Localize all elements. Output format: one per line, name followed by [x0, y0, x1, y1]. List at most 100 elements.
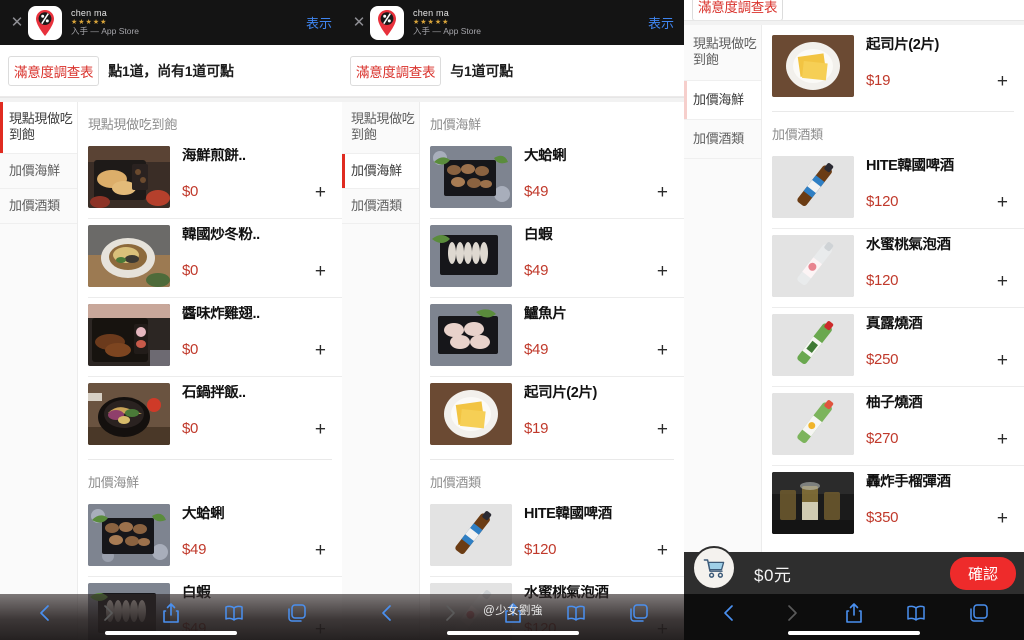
menu-item-list[interactable]: 起司片(2片) $19 + 加價酒類 HITE韓國啤酒 $120 + 水蜜桃氣泡…	[762, 25, 1024, 640]
menu-item-row[interactable]: 起司片(2片) $19 +	[762, 25, 1024, 103]
share-up-icon[interactable]	[158, 600, 184, 626]
menu-item-row[interactable]: 海鮮煎餅.. $0 +	[78, 140, 342, 214]
menu-item-list[interactable]: 現點現做吃到飽 海鮮煎餅.. $0 + 韓國炒冬粉.. $0 + 醬味炸雞翅..…	[78, 102, 342, 640]
menu-body: 現點現做吃到飽 加價海鮮 加價酒類 現點現做吃到飽 海鮮煎餅.. $0 + 韓國…	[0, 102, 342, 640]
book-icon[interactable]	[221, 600, 247, 626]
menu-item-name: 白蝦	[524, 227, 553, 243]
app-banner-open-button[interactable]: 表示	[640, 13, 674, 32]
tabs-icon[interactable]	[966, 600, 992, 626]
add-item-button[interactable]: +	[997, 272, 1008, 291]
order-status-header: 滿意度調查表	[684, 0, 1024, 20]
sidebar-item-seafood[interactable]: 加價海鮮	[0, 153, 77, 189]
menu-item-row[interactable]: 大蛤蜊 $49 +	[420, 140, 684, 214]
order-status-header: 滿意度調查表 与1道可點	[342, 45, 684, 97]
smart-app-banner[interactable]: ✕ chen ma ★★★★★ 入手 — App Store 表示	[342, 0, 684, 45]
sidebar-item-all-you-can-eat[interactable]: 現點現做吃到飽	[684, 25, 761, 81]
percent-pin-icon	[36, 9, 54, 36]
add-item-button[interactable]: +	[315, 420, 326, 439]
app-icon	[28, 5, 62, 40]
add-item-button[interactable]: +	[315, 183, 326, 202]
white-shrimp-photo	[430, 225, 512, 287]
menu-item-row[interactable]: HITE韓國啤酒 $120 +	[420, 498, 684, 572]
phone-screenshot-right: 滿意度調查表 現點現做吃到飽 加價海鮮 加價酒類 起司片(2片) $19 + 加…	[684, 0, 1024, 640]
menu-item-row[interactable]: 鱸魚片 $49 +	[420, 298, 684, 372]
menu-item-row[interactable]: 柚子燒酒 $270 +	[762, 387, 1024, 461]
add-item-button[interactable]: +	[657, 341, 668, 360]
sidebar-item-alcohol[interactable]: 加價酒類	[0, 188, 77, 224]
smart-app-banner[interactable]: ✕ chen ma ★★★★★ 入手 — App Store 表示	[0, 0, 342, 45]
cart-bar[interactable]: $0元 確認	[684, 546, 1024, 594]
order-status-header: 滿意度調查表 點1道，尚有1道可點	[0, 45, 342, 97]
menu-item-row[interactable]: 真露燒酒 $250 +	[762, 308, 1024, 382]
add-item-button[interactable]: +	[657, 420, 668, 439]
menu-item-row[interactable]: 起司片(2片) $19 +	[420, 377, 684, 451]
hite-beer-photo	[772, 156, 854, 218]
menu-item-row[interactable]: HITE韓國啤酒 $120 +	[762, 150, 1024, 224]
menu-item-meta: 白蝦 $49 +	[524, 225, 674, 281]
menu-item-meta: 海鮮煎餅.. $0 +	[182, 146, 332, 202]
add-item-button[interactable]: +	[657, 541, 668, 560]
chevron-left-icon[interactable]	[716, 600, 742, 626]
add-item-button[interactable]: +	[315, 262, 326, 281]
menu-item-name: HITE韓國啤酒	[866, 158, 954, 174]
menu-item-row[interactable]: 白蝦 $49 +	[420, 219, 684, 293]
share-up-icon[interactable]	[841, 600, 867, 626]
add-item-button[interactable]: +	[315, 541, 326, 560]
section-title: 現點現做吃到飽	[88, 117, 177, 132]
menu-item-meta: 柚子燒酒 $270 +	[866, 393, 1014, 449]
survey-chip[interactable]: 滿意度調查表	[692, 0, 784, 20]
sidebar-item-seafood[interactable]: 加價海鮮	[342, 153, 419, 189]
add-item-button[interactable]: +	[997, 430, 1008, 449]
menu-item-price: $120	[866, 193, 899, 211]
add-item-button[interactable]: +	[657, 262, 668, 281]
menu-item-price: $49	[182, 541, 207, 559]
chevron-right-icon	[779, 600, 805, 626]
menu-item-price: $49	[524, 341, 549, 359]
add-item-button[interactable]: +	[997, 509, 1008, 528]
menu-item-meta: 真露燒酒 $250 +	[866, 314, 1014, 370]
menu-item-row[interactable]: 水蜜桃氣泡酒 $120 +	[762, 229, 1024, 303]
menu-item-row[interactable]: 轟炸手榴彈酒 $350 +	[762, 466, 1024, 540]
survey-chip[interactable]: 滿意度調查表	[8, 55, 100, 86]
menu-item-meta: 起司片(2片) $19 +	[866, 35, 1014, 91]
add-item-button[interactable]: +	[315, 341, 326, 360]
menu-item-name: 海鮮煎餅..	[182, 148, 246, 164]
app-store-subtitle: 入手 — App Store	[71, 26, 140, 37]
tabs-icon[interactable]	[626, 600, 652, 626]
add-item-button[interactable]: +	[657, 183, 668, 202]
menu-item-row[interactable]: 醬味炸雞翅.. $0 +	[78, 298, 342, 372]
menu-item-name: 醬味炸雞翅..	[182, 306, 260, 322]
menu-item-row[interactable]: 石鍋拌飯.. $0 +	[78, 377, 342, 451]
shopping-cart-icon[interactable]	[692, 546, 736, 590]
close-icon[interactable]: ✕	[348, 15, 370, 30]
add-item-button[interactable]: +	[997, 72, 1008, 91]
menu-item-list[interactable]: 加價海鮮 大蛤蜊 $49 + 白蝦 $49 + 鱸魚片 $49 + 起司片(2片…	[420, 102, 684, 640]
section-title: 加價酒類	[430, 475, 481, 490]
sidebar-item-alcohol[interactable]: 加價酒類	[684, 119, 761, 159]
sidebar-item-seafood[interactable]: 加價海鮮	[684, 80, 761, 120]
menu-item-row[interactable]: 大蛤蜊 $49 +	[78, 498, 342, 572]
hite-beer-photo	[430, 504, 512, 566]
menu-item-meta: HITE韓國啤酒 $120 +	[866, 156, 1014, 212]
menu-item-name: 柚子燒酒	[866, 395, 923, 411]
chevron-right-icon	[95, 600, 121, 626]
confirm-button[interactable]: 確認	[949, 556, 1016, 590]
menu-item-row[interactable]: 韓國炒冬粉.. $0 +	[78, 219, 342, 293]
menu-item-name: 大蛤蜊	[524, 148, 567, 164]
menu-item-meta: 醬味炸雞翅.. $0 +	[182, 304, 332, 360]
book-icon[interactable]	[563, 600, 589, 626]
sidebar-item-all-you-can-eat[interactable]: 現點現做吃到飽	[0, 102, 77, 154]
app-banner-open-button[interactable]: 表示	[298, 13, 332, 32]
app-icon	[370, 5, 404, 40]
close-icon[interactable]: ✕	[6, 15, 28, 30]
survey-chip[interactable]: 滿意度調查表	[350, 55, 442, 86]
book-icon[interactable]	[903, 600, 929, 626]
sidebar-item-all-you-can-eat[interactable]: 現點現做吃到飽	[342, 102, 419, 154]
add-item-button[interactable]: +	[997, 351, 1008, 370]
chevron-left-icon[interactable]	[374, 600, 400, 626]
tabs-icon[interactable]	[284, 600, 310, 626]
sea-bass-slices-photo	[430, 304, 512, 366]
add-item-button[interactable]: +	[997, 193, 1008, 212]
chevron-left-icon[interactable]	[32, 600, 58, 626]
sidebar-item-alcohol[interactable]: 加價酒類	[342, 188, 419, 224]
